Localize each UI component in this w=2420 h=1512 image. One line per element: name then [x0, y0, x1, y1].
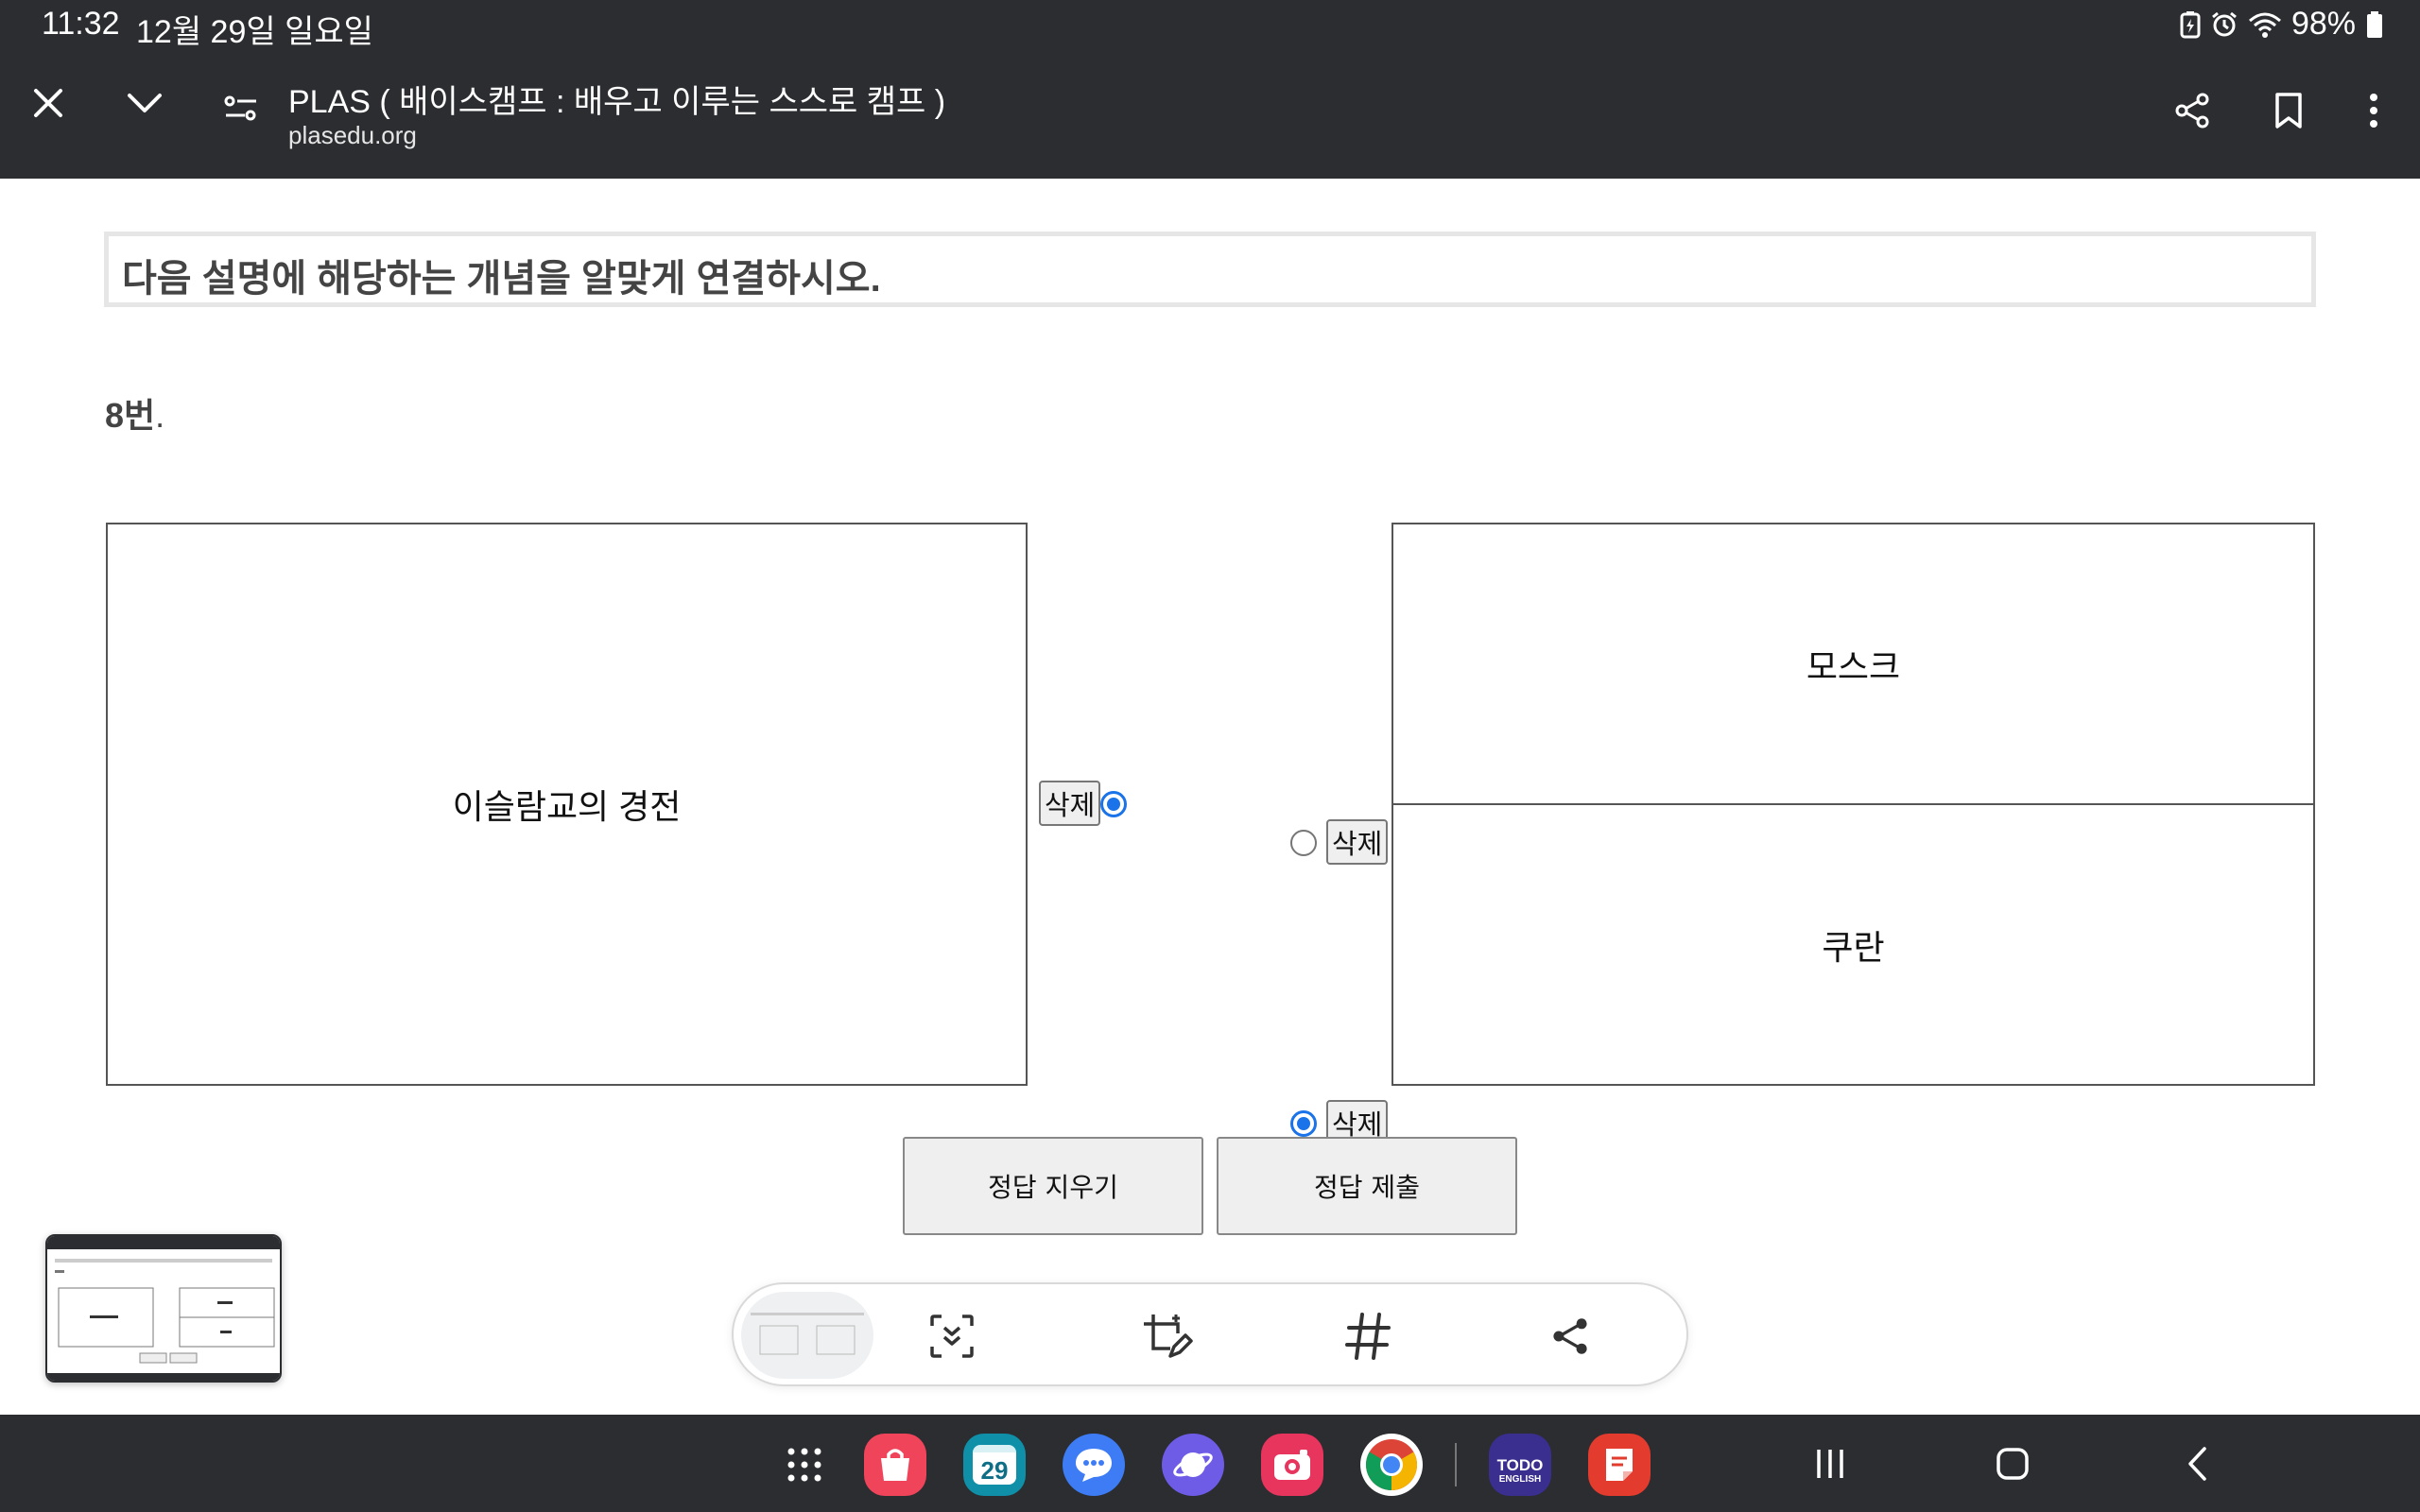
sticky-note-icon	[1606, 1449, 1633, 1481]
tune-icon	[224, 95, 256, 121]
scroll-capture-icon	[930, 1314, 974, 1358]
right-delete-button-1[interactable]: 삭제	[1326, 819, 1389, 865]
calendar-day: 29	[980, 1456, 1009, 1485]
thumbnail-preview-image	[47, 1236, 280, 1381]
more-vert-icon	[2370, 94, 2377, 128]
taskbar-divider	[1455, 1443, 1457, 1486]
more-options-button[interactable]	[2350, 87, 2397, 134]
screenshot-thumbnail[interactable]	[45, 1234, 282, 1383]
wifi-icon	[2248, 12, 2281, 38]
left-item-text: 이슬람교의 경전	[452, 787, 682, 826]
back-button[interactable]	[2169, 1435, 2225, 1492]
clear-answer-button[interactable]: 정답 지우기	[903, 1137, 1203, 1235]
page-title: PLAS ( 배이스캠프 : 배우고 이루는 스스로 캠프 )	[288, 84, 946, 120]
right-item-text-1: 모스크	[1806, 646, 1901, 686]
question-number-dot: .	[155, 396, 165, 435]
capture-toolbar	[732, 1282, 1688, 1386]
samsung-internet-app[interactable]	[1162, 1434, 1224, 1496]
capture-preview[interactable]	[741, 1292, 873, 1379]
page-content: 다음 설명에 해당하는 개념을 알맞게 연결하시오. 8번. 이슬람교의 경전 …	[0, 179, 2420, 1415]
battery-icon	[2367, 10, 2382, 38]
right-item-text-2: 쿠란	[1822, 927, 1885, 967]
todo-english-app[interactable]: TODO ENGLISH	[1489, 1434, 1551, 1496]
close-tab-button[interactable]	[25, 79, 72, 127]
crop-draw-icon	[1144, 1314, 1193, 1358]
share-icon	[2175, 93, 2209, 129]
tag-button[interactable]	[1335, 1303, 1401, 1369]
minimize-button[interactable]	[121, 79, 168, 127]
bookmark-button[interactable]	[2265, 87, 2312, 134]
right-match-radio-1[interactable]	[1290, 830, 1317, 856]
hashtag-icon	[1345, 1313, 1391, 1360]
chat-bubble-icon	[1076, 1449, 1112, 1482]
site-settings-button[interactable]	[217, 85, 265, 132]
messages-app[interactable]	[1063, 1434, 1125, 1496]
question-number-text: 8번	[105, 396, 156, 435]
back-icon	[2188, 1447, 2206, 1481]
home-icon	[1996, 1448, 2029, 1480]
bookmark-icon	[2275, 93, 2302, 129]
shopping-bag-icon	[881, 1449, 909, 1481]
status-date: 12월 29일 일요일	[136, 14, 373, 50]
left-match-item[interactable]: 이슬람교의 경전	[106, 523, 1028, 1086]
camera-icon	[1274, 1450, 1310, 1480]
chrome-app[interactable]	[1360, 1434, 1423, 1496]
camera-app[interactable]	[1261, 1434, 1323, 1496]
recent-apps-button[interactable]	[1802, 1435, 1858, 1492]
scroll-capture-button[interactable]	[919, 1303, 985, 1369]
capture-preview-image	[751, 1313, 864, 1355]
instruction-box: 다음 설명에 해당하는 개념을 알맞게 연결하시오.	[104, 232, 2316, 307]
draw-edit-button[interactable]	[1134, 1303, 1201, 1369]
status-icons: 98%	[2180, 6, 2384, 43]
chrome-icon	[1365, 1439, 1418, 1490]
right-match-item-2[interactable]: 쿠란	[1392, 803, 2315, 1086]
submit-answer-button[interactable]: 정답 제출	[1217, 1137, 1517, 1235]
alarm-icon	[2212, 11, 2237, 36]
planet-icon	[1173, 1452, 1213, 1477]
page-domain: plasedu.org	[288, 121, 417, 149]
left-match-radio[interactable]	[1100, 791, 1127, 817]
right-match-item-1[interactable]: 모스크	[1392, 523, 2315, 805]
grid-icon	[787, 1448, 821, 1482]
share-icon	[1553, 1318, 1587, 1354]
right-match-radio-2[interactable]	[1290, 1110, 1317, 1137]
calendar-icon: 29	[973, 1445, 1016, 1485]
todo-label-top: TODO	[1496, 1456, 1544, 1474]
battery-percent: 98%	[2290, 6, 2356, 42]
battery-saver-icon	[2180, 10, 2201, 38]
status-time: 11:32	[42, 6, 120, 42]
notes-app[interactable]	[1588, 1434, 1651, 1496]
share-button[interactable]	[2169, 87, 2216, 134]
close-icon	[34, 89, 62, 117]
browser-toolbar: PLAS ( 배이스캠프 : 배우고 이루는 스스로 캠프 ) plasedu.…	[0, 51, 2420, 179]
status-bar: 11:32 12월 29일 일요일 98%	[0, 0, 2420, 51]
chevron-down-icon	[128, 94, 162, 112]
capture-share-button[interactable]	[1537, 1303, 1603, 1369]
galaxy-store-app[interactable]	[864, 1434, 926, 1496]
home-button[interactable]	[1984, 1435, 2041, 1492]
calendar-app[interactable]: 29	[963, 1434, 1026, 1496]
taskbar: 29 TODO ENGLISH	[0, 1415, 2420, 1512]
left-delete-button[interactable]: 삭제	[1039, 781, 1101, 826]
question-number: 8번.	[105, 388, 164, 438]
instruction-text: 다음 설명에 해당하는 개념을 알맞게 연결하시오.	[122, 258, 881, 300]
todo-label-bottom: ENGLISH	[1498, 1474, 1542, 1485]
recents-icon	[1817, 1450, 1843, 1478]
app-drawer-button[interactable]	[773, 1434, 836, 1496]
